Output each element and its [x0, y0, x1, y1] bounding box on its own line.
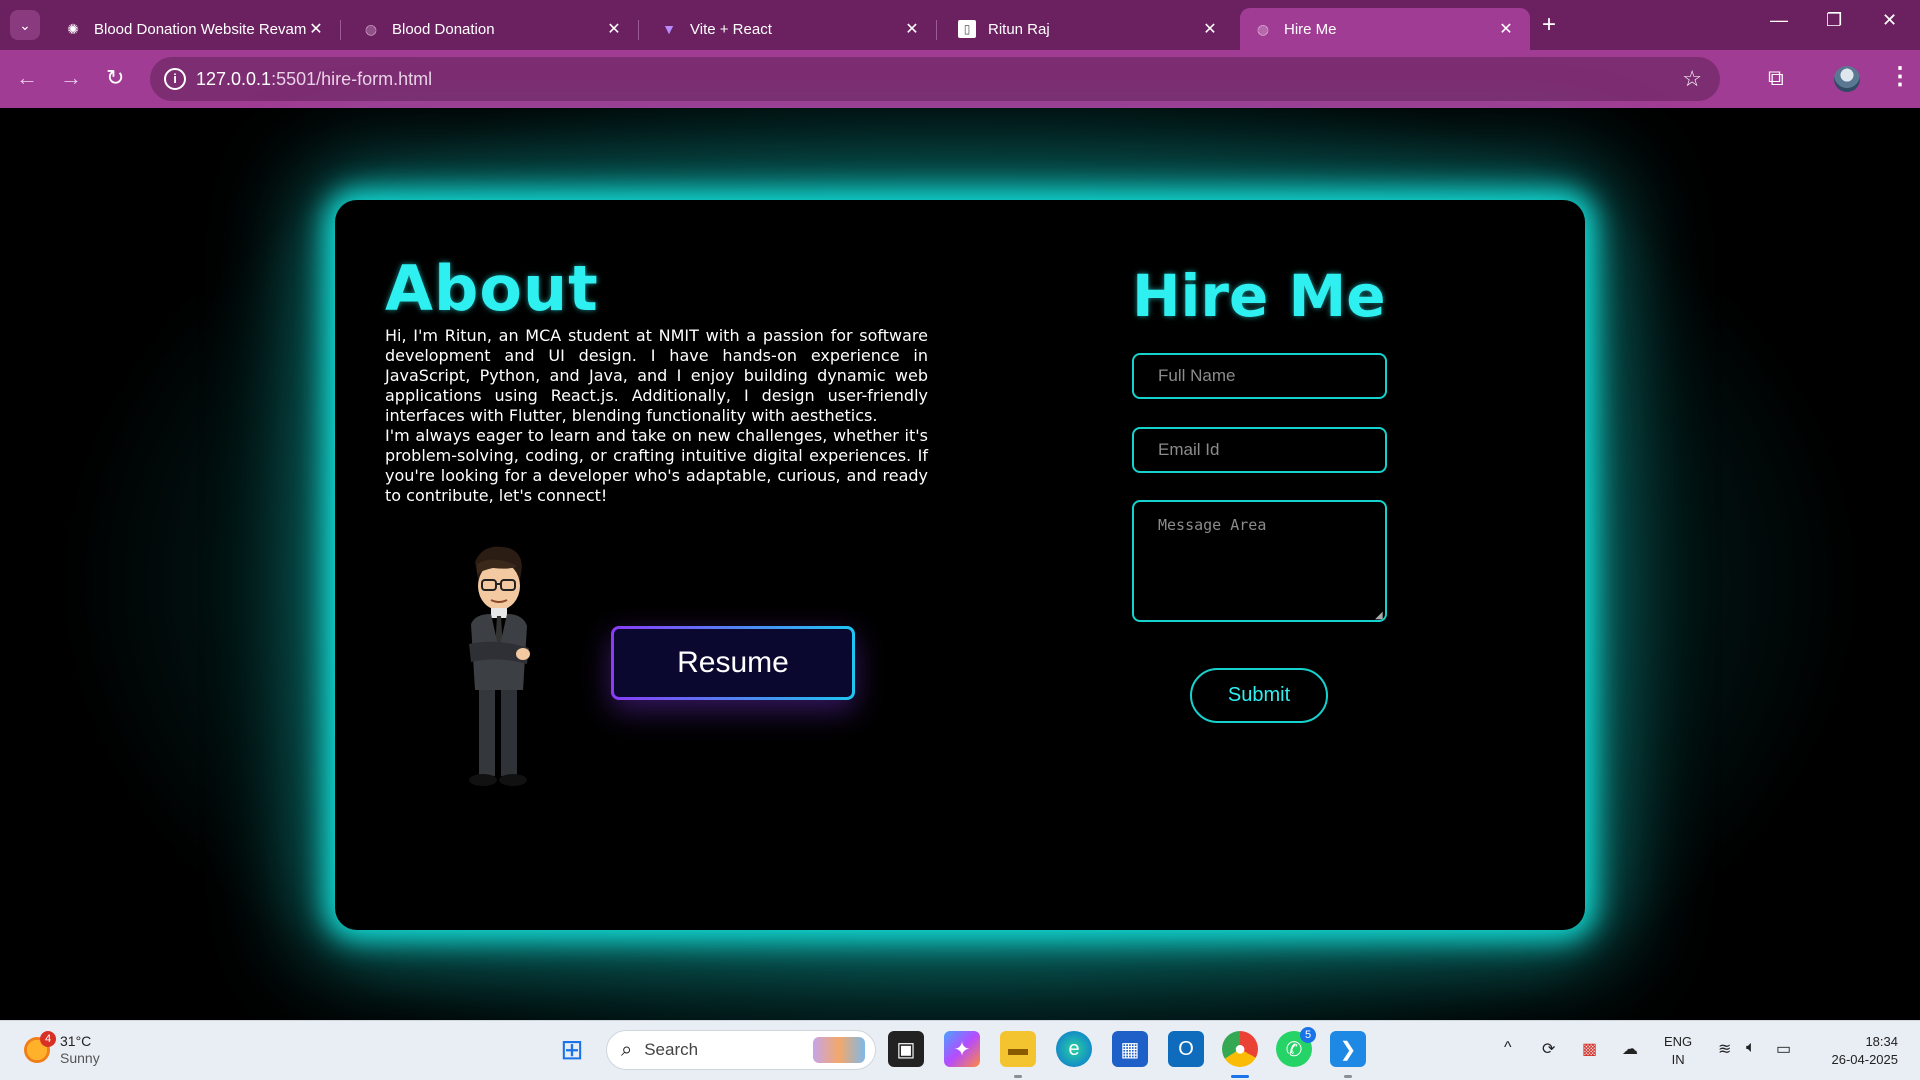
sun-icon: 4 [24, 1031, 56, 1063]
restore-icon[interactable]: ❐ [1826, 10, 1842, 31]
resize-grip-icon[interactable]: ◢ [1375, 610, 1383, 621]
edge-icon[interactable]: e [1056, 1031, 1092, 1067]
back-arrow-icon[interactable]: ← [16, 66, 38, 90]
minimize-icon[interactable]: — [1770, 10, 1788, 31]
search-label: Search [644, 1040, 699, 1059]
weather-condition: Sunny [60, 1050, 100, 1066]
temperature: 31°C [60, 1033, 92, 1049]
close-icon[interactable]: ✕ [604, 19, 624, 39]
vscode-icon[interactable]: ❯ [1330, 1031, 1366, 1067]
store-icon[interactable]: ▦ [1112, 1031, 1148, 1067]
task-view-icon[interactable]: ▣ [888, 1031, 924, 1067]
active-indicator [1231, 1075, 1249, 1078]
profile-avatar[interactable] [1834, 66, 1860, 92]
battery-icon[interactable]: ▭ [1776, 1039, 1791, 1059]
search-icon: ⌕ [621, 1038, 633, 1061]
chevron-down-icon: ⌄ [19, 16, 31, 33]
url-host: 127.0.0.1 [196, 69, 272, 89]
site-info-icon[interactable]: i [164, 68, 186, 90]
resume-button[interactable]: Resume [611, 626, 855, 700]
tab-title: Blood Donation Website Revam [94, 20, 306, 38]
language-indicator[interactable]: ENG IN [1664, 1033, 1692, 1069]
taskbar-search[interactable]: ⌕ Search [606, 1030, 876, 1070]
running-indicator [1014, 1075, 1022, 1078]
tab-strip: ⌄ ✺ Blood Donation Website Revam ✕ ◍ Blo… [0, 0, 1920, 50]
close-window-icon[interactable]: ✕ [1882, 10, 1897, 31]
tab-blood-donation-revamp[interactable]: ✺ Blood Donation Website Revam ✕ [50, 8, 341, 50]
address-bar[interactable]: i 127.0.0.1:5501/hire-form.html ☆ [150, 57, 1720, 101]
chevron-up-icon[interactable]: ^ [1504, 1039, 1512, 1057]
whatsapp-icon[interactable]: ✆ 5 [1276, 1027, 1316, 1067]
page-background: About Hi, I'm Ritun, an MCA student at N… [0, 108, 1920, 1020]
url-path: :5501/hire-form.html [271, 69, 433, 89]
forward-arrow-icon[interactable]: → [60, 66, 82, 90]
page-icon: ▯ [958, 20, 976, 38]
globe-icon: ◍ [1256, 20, 1270, 37]
language-code: ENG [1664, 1034, 1693, 1049]
whatsapp-badge: 5 [1300, 1027, 1316, 1043]
search-highlight-image [813, 1037, 865, 1063]
url-text[interactable]: 127.0.0.1:5501/hire-form.html [196, 69, 432, 90]
openai-icon: ✺ [67, 20, 79, 37]
about-heading: About [385, 252, 599, 325]
email-input[interactable] [1132, 427, 1387, 473]
close-icon[interactable]: ✕ [1200, 19, 1220, 39]
tab-separator [936, 20, 937, 40]
close-icon[interactable]: ✕ [902, 19, 922, 39]
tab-vite-react[interactable]: ▼ Vite + React ✕ [646, 8, 937, 50]
tab-separator [638, 20, 639, 40]
time: 18:34 [1865, 1034, 1898, 1049]
cloud-icon[interactable]: ☁ [1622, 1039, 1638, 1059]
extensions-icon[interactable]: ⧉ [1768, 65, 1784, 91]
browser-toolbar: ← → ↻ i 127.0.0.1:5501/hire-form.html ☆ [0, 50, 1920, 108]
message-textarea[interactable] [1132, 500, 1387, 622]
file-explorer-icon[interactable]: ▬ [1000, 1031, 1036, 1067]
date: 26-04-2025 [1831, 1052, 1899, 1067]
tab-search-button[interactable]: ⌄ [10, 10, 40, 40]
tab-title: Vite + React [690, 20, 772, 38]
close-icon[interactable]: ✕ [1496, 19, 1516, 39]
chrome-icon[interactable]: ● [1222, 1031, 1258, 1067]
bookmark-star-icon[interactable]: ☆ [1682, 66, 1702, 92]
wifi-icon[interactable]: ≋ [1718, 1039, 1731, 1059]
globe-icon: ◍ [364, 20, 378, 37]
tab-title: Blood Donation [392, 20, 495, 38]
new-tab-button[interactable]: + [1542, 12, 1556, 38]
running-indicator [1344, 1075, 1352, 1078]
about-text: Hi, I'm Ritun, an MCA student at NMIT wi… [385, 326, 928, 506]
copilot-icon[interactable]: ✦ [944, 1031, 980, 1067]
full-name-input[interactable] [1132, 353, 1387, 399]
weather-widget[interactable]: 4 31°C Sunny [24, 1031, 100, 1067]
submit-button[interactable]: Submit [1190, 668, 1328, 723]
tab-hire-me[interactable]: ◍ Hire Me ✕ [1240, 8, 1530, 50]
tab-title: Hire Me [1284, 20, 1337, 38]
about-paragraph-2: I'm always eager to learn and take on ne… [385, 426, 928, 505]
hire-me-heading: Hire Me [1132, 262, 1386, 330]
outlook-icon[interactable]: O [1168, 1031, 1204, 1067]
volume-icon[interactable]: 🔈︎ [1746, 1039, 1756, 1057]
more-menu-icon[interactable]: ⋮ [1888, 62, 1912, 91]
cartoon-character-image [469, 546, 530, 786]
tab-blood-donation[interactable]: ◍ Blood Donation ✕ [348, 8, 639, 50]
tab-ritun-raj[interactable]: ▯ Ritun Raj ✕ [944, 8, 1234, 50]
vite-icon: ▼ [662, 21, 676, 37]
taskbar: 4 31°C Sunny ⊞ ⌕ Search ▣ ✦ ▬ e ▦ O ● ✆ … [0, 1020, 1920, 1080]
region-code: IN [1671, 1052, 1685, 1067]
app-tray-icon[interactable]: ▩ [1582, 1039, 1597, 1059]
tab-separator [340, 20, 341, 40]
reload-icon[interactable]: ↻ [106, 66, 124, 90]
about-paragraph-1: Hi, I'm Ritun, an MCA student at NMIT wi… [385, 326, 928, 425]
content-card: About Hi, I'm Ritun, an MCA student at N… [335, 200, 1585, 930]
weather-badge: 4 [40, 1031, 56, 1047]
sync-icon[interactable]: ⟳ [1542, 1039, 1555, 1059]
clock[interactable]: 18:34 26-04-2025 [1818, 1033, 1899, 1069]
tab-title: Ritun Raj [988, 20, 1050, 38]
windows-start-icon[interactable]: ⊞ [554, 1031, 590, 1067]
close-icon[interactable]: ✕ [306, 19, 326, 39]
